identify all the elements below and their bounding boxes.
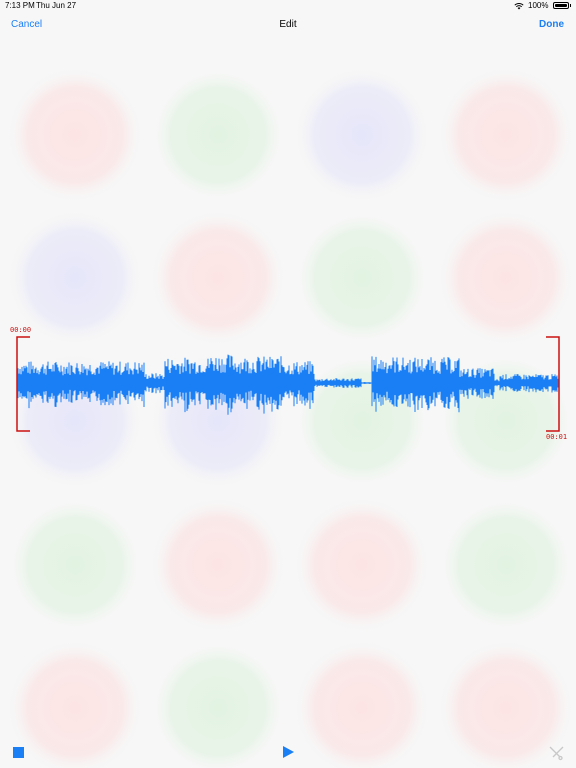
stop-icon[interactable] <box>13 747 24 758</box>
status-time: 7:13 PM <box>5 1 35 10</box>
battery-tip <box>569 4 571 7</box>
done-button[interactable]: Done <box>539 19 564 30</box>
wifi-icon <box>514 2 524 9</box>
waveform-editor[interactable]: 00:00 00:01 <box>0 320 576 445</box>
trim-icon[interactable] <box>548 744 565 761</box>
waveform <box>16 336 560 432</box>
trim-start-time: 00:00 <box>10 326 32 334</box>
status-bar: 7:13 PM Thu Jun 27 100% <box>0 0 576 12</box>
battery-percent: 100% <box>528 1 549 10</box>
status-right: 100% <box>514 1 571 10</box>
battery-icon <box>552 2 569 9</box>
trim-end-time: 00:01 <box>546 433 568 441</box>
navigation-bar: Cancel Edit Done <box>0 12 576 40</box>
page-title: Edit <box>279 19 297 30</box>
status-date: Thu Jun 27 <box>36 1 77 10</box>
play-icon[interactable] <box>283 746 294 758</box>
